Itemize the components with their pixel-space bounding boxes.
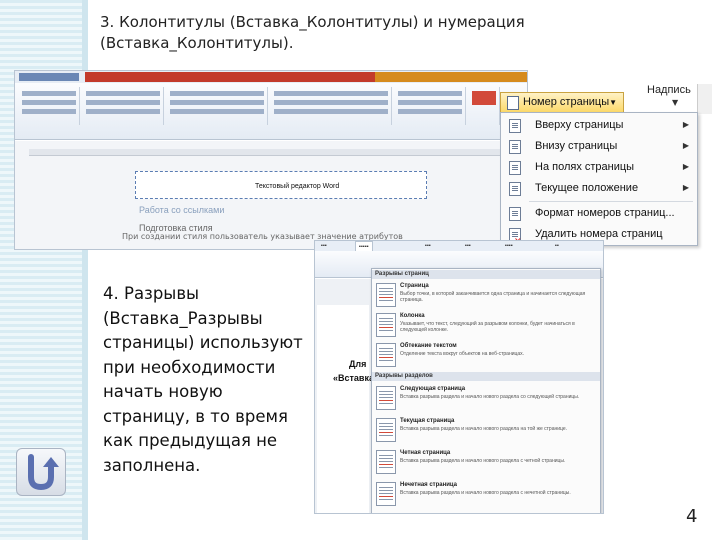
breaks-item-next-page[interactable]: Следующая страница Вставка разрыва разде… — [372, 383, 600, 411]
section-header-section-breaks: Разрывы разделов — [372, 372, 600, 381]
tab-placeholder: ▪▪ — [555, 243, 559, 249]
breaks-item-title: Текущая страница — [400, 418, 455, 424]
chevron-down-icon: ▼ — [609, 98, 617, 107]
breaks-item-description: Вставка разрыва раздела и начало нового … — [400, 426, 568, 432]
breaks-item-even-page[interactable]: Четная страница Вставка разрыва раздела … — [372, 447, 600, 475]
menu-item-page-margins[interactable]: На полях страницы ▶ — [501, 157, 697, 177]
page-margin-icon — [509, 161, 521, 175]
breaks-item-description: Отделение текста вокруг объектов на веб-… — [400, 351, 525, 357]
column-break-icon — [376, 313, 396, 337]
contextual-tab-band-3 — [461, 72, 527, 82]
page-number-menu: Вверху страницы ▶ Внизу страницы ▶ На по… — [500, 112, 698, 251]
page-number-icon — [507, 96, 519, 110]
text-box-chevron-icon: ▼ — [672, 98, 679, 107]
breaks-item-description: Вставка разрыва раздела и начало нового … — [400, 458, 566, 464]
continuous-break-icon — [376, 418, 396, 442]
page-number-button[interactable]: Номер страницы ▼ — [500, 92, 624, 113]
breaks-item-column[interactable]: Колонка Указывает, что текст, следующий … — [372, 310, 600, 338]
faded-heading-1: Работа со ссылками — [139, 205, 225, 215]
contextual-tab-band — [85, 72, 377, 82]
text-box-button-label[interactable]: Надпись — [647, 84, 691, 96]
document-page — [317, 305, 369, 513]
breaks-item-description: Вставка разрыва раздела и начало нового … — [400, 490, 571, 496]
breaks-screenshot: ▪▪▪ ▪▪▪▪▪ ▪▪▪ ▪▪▪ ▪▪▪▪ ▪▪ Для «Вставка Р… — [314, 240, 604, 514]
ribbon — [15, 83, 527, 140]
breaks-item-title: Колонка — [400, 313, 425, 319]
page-text-1: Для — [349, 359, 367, 369]
breaks-item-continuous[interactable]: Текущая страница Вставка разрыва раздела… — [372, 415, 600, 443]
ribbon-group-2 — [83, 87, 164, 125]
page-break-icon — [376, 283, 396, 307]
tab-placeholder: ▪▪▪ — [465, 243, 471, 249]
menu-separator — [529, 201, 693, 202]
breaks-item-description: Выбор точки, в которой заканчивается одн… — [400, 291, 586, 303]
submenu-arrow-icon: ▶ — [682, 183, 689, 192]
submenu-arrow-icon: ▶ — [682, 162, 689, 171]
return-nav-button[interactable] — [16, 448, 66, 496]
menu-item-label: Внизу страницы — [535, 140, 618, 152]
breaks-menu: Разрывы страниц Страница Выбор точки, в … — [371, 268, 601, 513]
odd-page-break-icon — [376, 482, 396, 506]
breaks-item-title: Страница — [400, 283, 429, 289]
menu-item-format-page-numbers[interactable]: Формат номеров страниц... — [501, 203, 697, 223]
breaks-item-page[interactable]: Страница Выбор точки, в которой заканчив… — [372, 280, 600, 308]
text-wrapping-icon — [376, 343, 396, 367]
page-bottom-icon — [509, 140, 521, 154]
ribbon-title-bar — [15, 71, 527, 83]
page-top-icon — [509, 119, 521, 133]
breaks-item-title: Обтекание текстом — [400, 343, 457, 349]
tab-placeholder: ▪▪▪ — [425, 243, 431, 249]
breaks-item-title: Следующая страница — [400, 386, 466, 392]
breaks-item-description: Указывает, что текст, следующий за разры… — [400, 321, 575, 333]
ribbon-edge — [697, 84, 712, 114]
breaks-item-description: Вставка разрыва раздела и начало нового … — [400, 394, 580, 400]
even-page-break-icon — [376, 450, 396, 474]
header-footer-screenshot: Текстовый редактор Word Работа со ссылка… — [14, 70, 528, 250]
next-page-break-icon — [376, 386, 396, 410]
menu-item-label: На полях страницы — [535, 161, 635, 173]
slide-title: 3. Колонтитулы (Вставка_Колонтитулы) и н… — [100, 13, 525, 52]
u-turn-arrow-icon — [28, 454, 59, 491]
format-page-numbers-icon — [509, 207, 521, 221]
ribbon-close-group — [469, 87, 500, 125]
quick-access-toolbar — [19, 73, 79, 81]
breaks-item-text-wrapping[interactable]: Обтекание текстом Отделение текста вокру… — [372, 340, 600, 368]
section-header-page-breaks: Разрывы страниц — [372, 270, 600, 279]
ribbon-group-4 — [271, 87, 392, 125]
ribbon-group-1 — [19, 87, 80, 125]
menu-item-label: Текущее положение — [535, 182, 639, 194]
menu-item-top-of-page[interactable]: Вверху страницы ▶ — [501, 115, 697, 135]
ribbon-group-3 — [167, 87, 268, 125]
page-text-2: «Вставка — [333, 373, 374, 383]
tab-placeholder: ▪▪▪▪ — [505, 243, 513, 249]
ruler — [29, 149, 513, 156]
slide-page-number: 4 — [686, 506, 698, 527]
contextual-tab-band-2 — [375, 72, 461, 82]
tab-placeholder: ▪▪▪ — [321, 243, 327, 249]
page-number-button-label: Номер страницы — [523, 96, 610, 108]
breaks-item-title: Четная страница — [400, 450, 451, 456]
menu-item-bottom-of-page[interactable]: Внизу страницы ▶ — [501, 136, 697, 156]
ribbon-tabs: ▪▪▪ ▪▪▪▪▪ ▪▪▪ ▪▪▪ ▪▪▪▪ ▪▪ — [315, 241, 603, 252]
menu-item-current-position[interactable]: Текущее положение ▶ — [501, 178, 697, 198]
menu-item-label: Вверху страницы — [535, 119, 624, 131]
submenu-arrow-icon: ▶ — [682, 141, 689, 150]
menu-item-label: Формат номеров страниц... — [535, 207, 675, 219]
ribbon-group-5 — [395, 87, 466, 125]
header-text: Текстовый редактор Word — [255, 183, 340, 190]
breaks-paragraph: 4. Разрывы (Вставка_Разрывы страницы) ис… — [103, 284, 303, 475]
submenu-arrow-icon: ▶ — [682, 120, 689, 129]
breaks-item-odd-page[interactable]: Нечетная страница Вставка разрыва раздел… — [372, 479, 600, 507]
current-position-icon — [509, 182, 521, 196]
breaks-item-title: Нечетная страница — [400, 482, 458, 488]
